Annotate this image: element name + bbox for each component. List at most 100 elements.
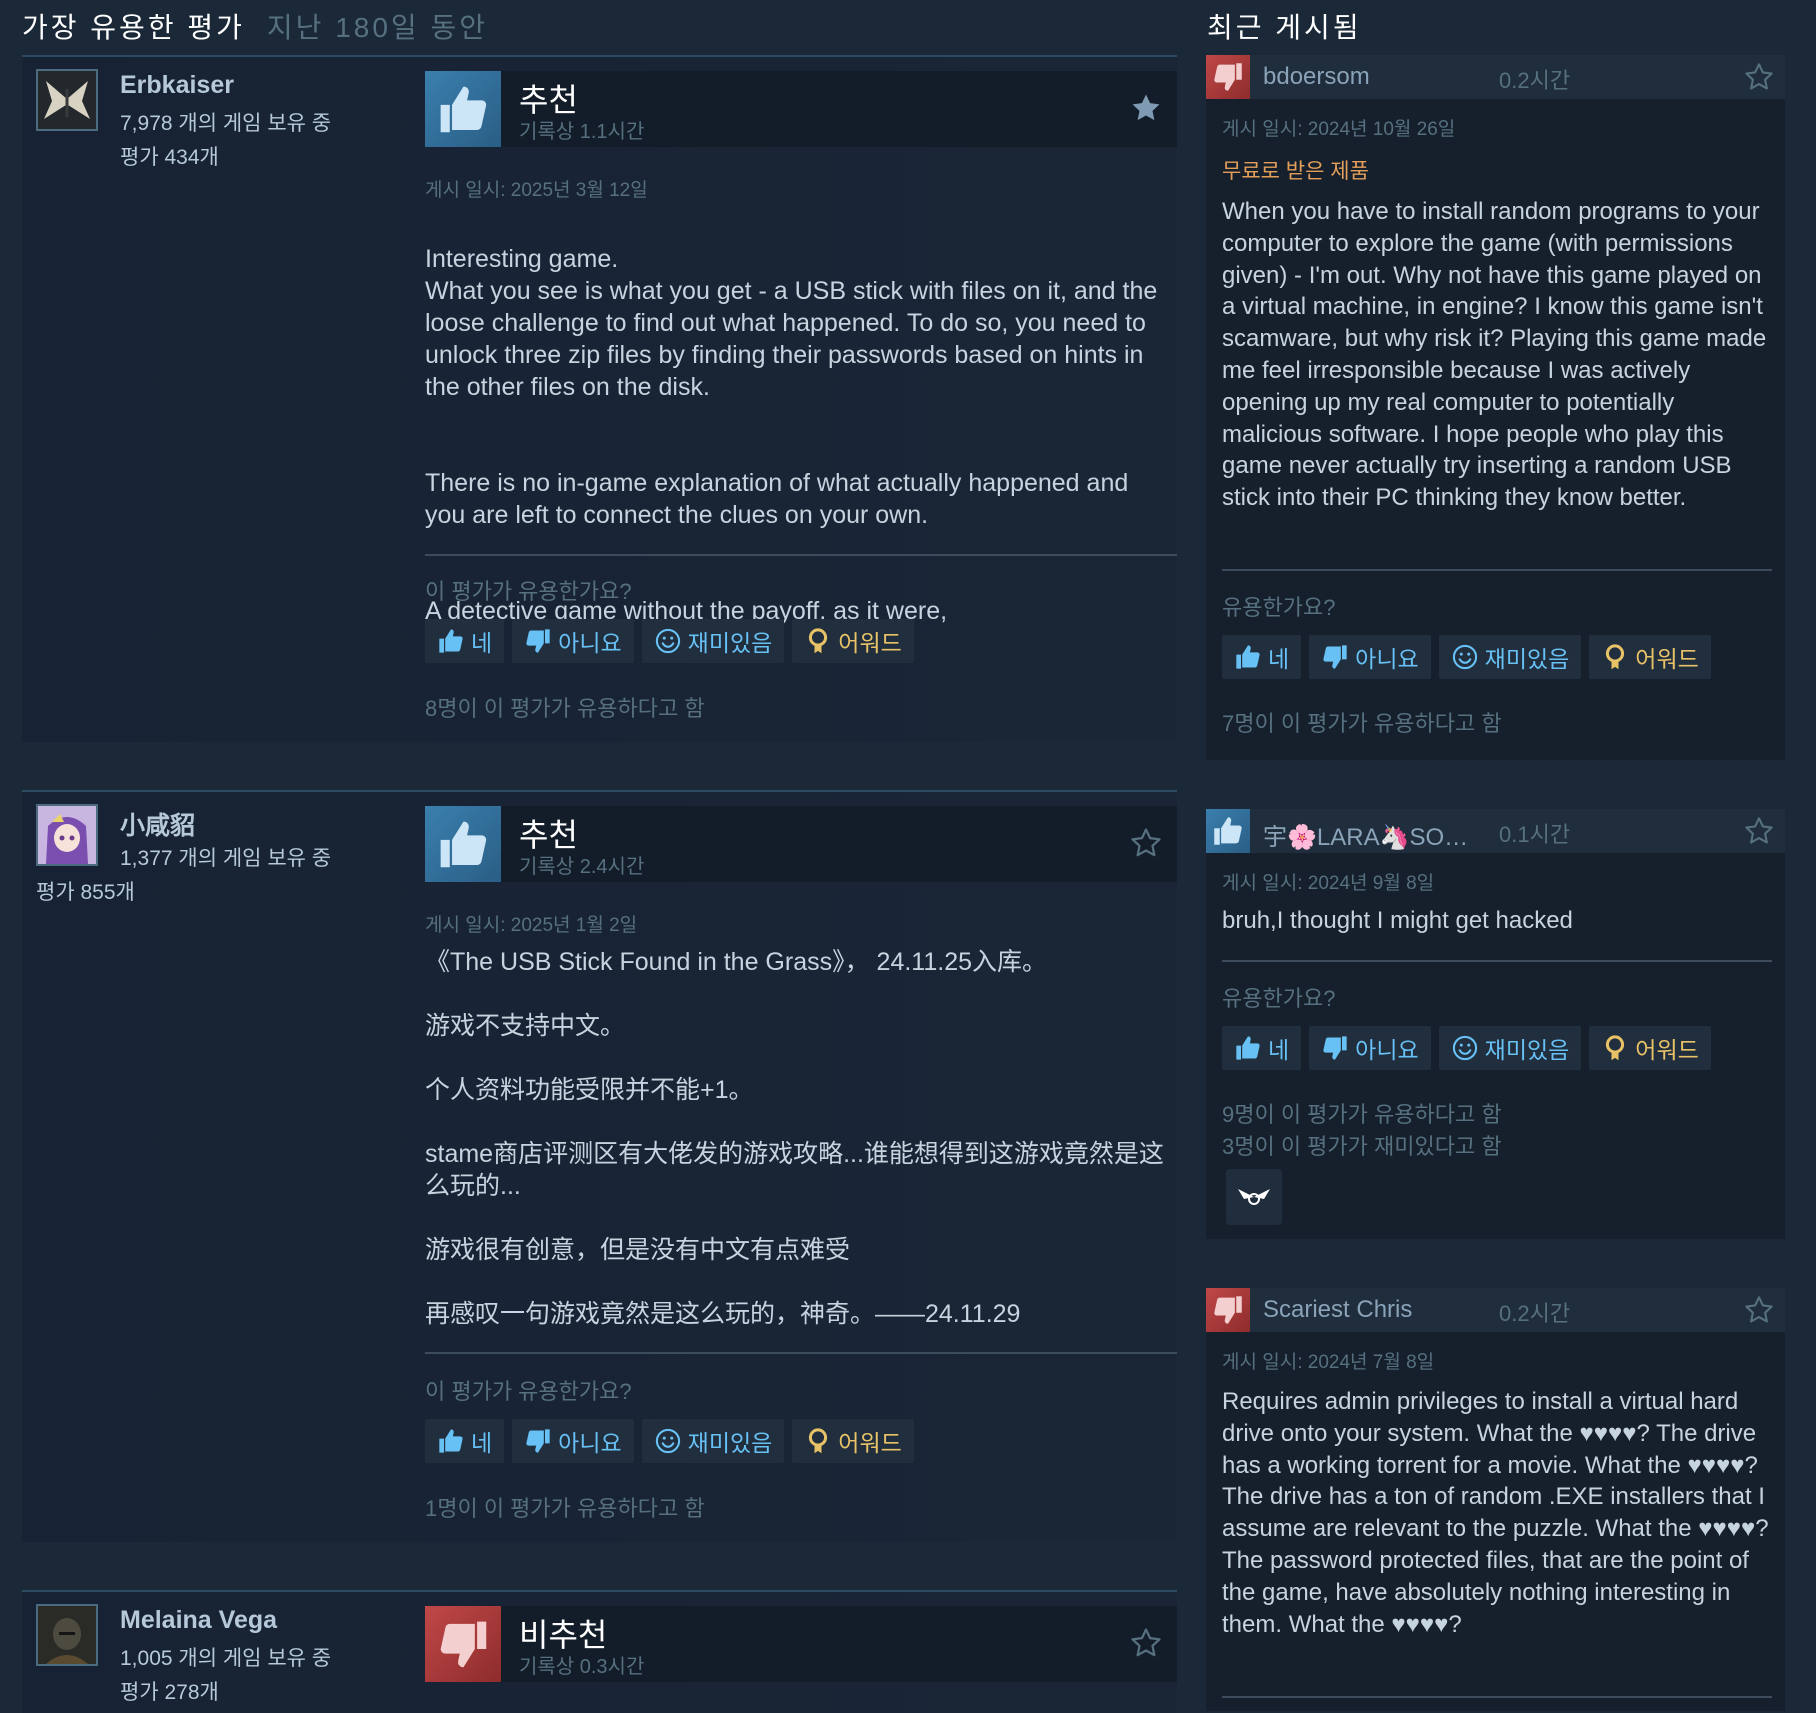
review-paragraph: 个人资料功能受限并不能+1。 [425,1076,754,1104]
thumbs-up-icon [1206,809,1250,853]
avatar[interactable] [36,1604,98,1666]
posted-date: 게시 일시: 2025년 3월 12일 [425,180,648,201]
star-outline-icon[interactable] [1743,815,1775,847]
vote-yes-label: 네 [471,1430,493,1456]
smiley-icon [654,1427,682,1455]
recent-review-card: bdoersom 0.2시간 게시 일시: 2024년 10월 26일 무료로 … [1206,55,1785,760]
author-name[interactable]: 宇🌸LARA🦄SOU... [1263,817,1478,852]
armored-knight-avatar-icon [38,1606,96,1664]
author-games-owned[interactable]: 7,978 개의 게임 보유 중 [120,107,331,137]
vote-funny-button[interactable]: 재미있음 [1438,635,1582,679]
star-outline-icon[interactable] [1743,61,1775,93]
review-paragraph: 游戏很有创意，但是没有中文有点难受 [425,1236,851,1264]
recent-review-header[interactable]: Scariest Chris 0.2시간 [1206,1288,1785,1332]
author-name[interactable]: Melaina Vega [120,1606,277,1635]
vote-funny-label: 재미있음 [687,630,773,656]
award-icon [1601,643,1629,671]
vote-no-label: 아니요 [1355,1037,1419,1063]
vote-no-button[interactable]: 아니요 [1309,635,1431,679]
vote-no-button[interactable]: 아니요 [1309,1026,1431,1070]
recent-review-card: Scariest Chris 0.2시간 게시 일시: 2024년 7월 8일 … [1206,1288,1785,1711]
avatar[interactable] [36,69,98,131]
author-games-owned[interactable]: 1,005 개의 게임 보유 중 [120,1642,331,1672]
author-name[interactable]: bdoersom [1263,63,1478,91]
posted-date: 게시 일시: 2024년 9월 8일 [1222,873,1435,894]
review-paragraph: There is no in-game explanation of what … [425,469,1129,529]
vote-header[interactable]: 추천 기록상 2.4시간 [425,806,1177,882]
award-button[interactable]: 어워드 [1589,1026,1711,1070]
vote-funny-button[interactable]: 재미있음 [641,1419,785,1463]
vote-funny-button[interactable]: 재미있음 [641,619,785,663]
vote-no-label: 아니요 [558,630,622,656]
thumbs-down-icon [425,1606,501,1682]
author-games-owned[interactable]: 1,377 개의 게임 보유 중 [120,842,331,872]
author-review-count[interactable]: 평가 278개 [120,1676,219,1706]
most-helpful-period: 지난 180일 동안 [266,12,488,43]
award-button[interactable]: 어워드 [792,619,914,663]
helpful-question: 유용한가요? [1222,595,1336,620]
review-text: When you have to install random programs… [1222,198,1767,512]
vote-funny-button[interactable]: 재미있음 [1438,1026,1582,1070]
star-outline-icon[interactable] [1743,1294,1775,1326]
vote-buttons: 네 아니요 재미있음 어워드 [1222,635,1711,679]
author-name[interactable]: Scariest Chris [1263,1296,1478,1324]
star-outline-icon[interactable] [1129,826,1163,860]
award-emoticon[interactable] [1226,1169,1282,1225]
vote-yes-label: 네 [1268,1037,1290,1063]
review-paragraph: 游戏不支持中文。 [425,1012,626,1040]
avatar[interactable] [36,804,98,866]
vote-buttons: 네 아니요 재미있음 어워드 [425,619,914,663]
smiley-icon [1451,643,1479,671]
thumbs-up-icon [437,1427,465,1455]
author-review-count[interactable]: 평가 855개 [36,876,135,906]
review-text: 《The USB Stick Found in the Grass》， 24.1… [425,946,1165,1330]
recent-review-header[interactable]: bdoersom 0.2시간 [1206,55,1785,99]
vote-no-button[interactable]: 아니요 [512,1419,634,1463]
helpful-count: 1명이 이 평가가 유용하다고 함 [425,1496,705,1521]
vote-funny-label: 재미있음 [1484,646,1570,672]
most-helpful-header: 가장 유용한 평가 지난 180일 동안 [22,6,488,46]
thumbs-down-icon [1321,1034,1349,1062]
star-outline-icon[interactable] [1129,1626,1163,1660]
smiley-icon [1451,1034,1479,1062]
award-icon [804,627,832,655]
recent-review-header[interactable]: 宇🌸LARA🦄SOU... 0.1시간 [1206,809,1785,853]
helpful-question: 이 평가가 유용한가요? [425,579,632,604]
thumbs-up-icon [437,627,465,655]
award-button[interactable]: 어워드 [792,1419,914,1463]
anime-avatar-icon [38,806,96,864]
award-icon [1601,1034,1629,1062]
divider [425,1352,1177,1354]
vote-yes-button[interactable]: 네 [1222,635,1302,679]
vote-no-button[interactable]: 아니요 [512,619,634,663]
thumbs-up-icon [425,71,501,147]
vote-yes-button[interactable]: 네 [1222,1026,1302,1070]
most-helpful-title: 가장 유용한 평가 [22,12,245,43]
author-name[interactable]: Erbkaiser [120,71,234,100]
vote-header[interactable]: 비추천 기록상 0.3시간 [425,1606,1177,1682]
vote-buttons: 네 아니요 재미있음 어워드 [1222,1026,1711,1070]
helpful-question: 유용한가요? [1222,986,1336,1011]
thumbs-up-icon [1234,1034,1262,1062]
vote-header[interactable]: 추천 기록상 1.1시간 [425,71,1177,147]
vote-yes-label: 네 [471,630,493,656]
review-text: bruh,I thought I might get hacked [1222,907,1573,934]
award-button[interactable]: 어워드 [1589,635,1711,679]
thumbs-up-icon [1234,643,1262,671]
recent-review-card: 宇🌸LARA🦄SOU... 0.1시간 게시 일시: 2024년 9월 8일 b… [1206,809,1785,1239]
vote-yes-button[interactable]: 네 [425,1419,505,1463]
divider [1222,960,1772,962]
thumbs-up-icon [425,806,501,882]
vote-funny-label: 재미있음 [1484,1037,1570,1063]
vote-yes-button[interactable]: 네 [425,619,505,663]
helpful-count: 9명이 이 평가가 유용하다고 함 [1222,1102,1502,1127]
award-label: 어워드 [838,630,902,656]
recent-header: 최근 게시됨 [1207,12,1362,43]
thumbs-down-icon [1206,55,1250,99]
author-name[interactable]: 小咸貂 [120,806,195,842]
star-icon[interactable] [1129,91,1163,125]
award-label: 어워드 [838,1430,902,1456]
author-review-count[interactable]: 평가 434개 [120,141,219,171]
helpful-question: 이 평가가 유용한가요? [425,1379,632,1404]
divider [425,554,1177,556]
